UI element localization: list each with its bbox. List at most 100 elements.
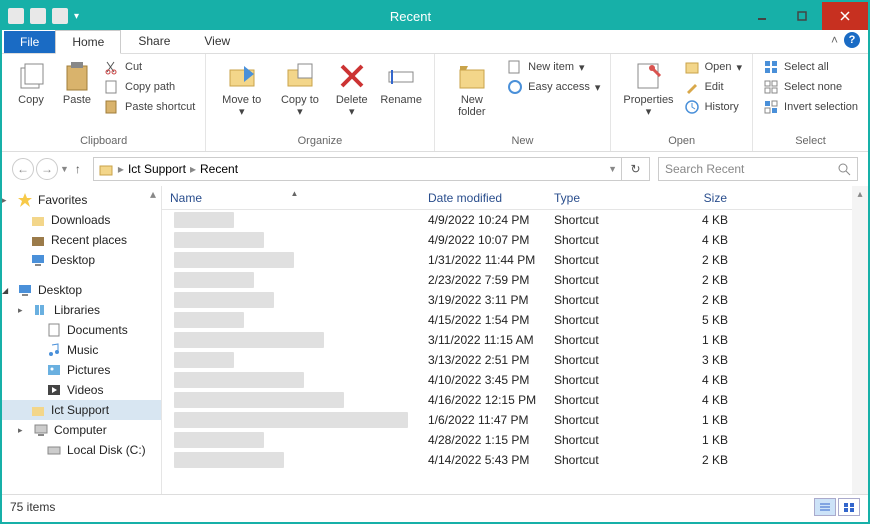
- sidebar-local-disk[interactable]: Local Disk (C:): [2, 440, 161, 460]
- sidebar: ▴ Favorites Downloads Recent places Desk…: [2, 186, 162, 494]
- column-type[interactable]: Type: [546, 191, 662, 205]
- file-date: 4/28/2022 1:15 PM: [420, 433, 546, 447]
- properties-button[interactable]: Properties▾: [619, 58, 677, 120]
- sidebar-desktop[interactable]: Desktop: [2, 280, 161, 300]
- scroll-up-icon[interactable]: ▴: [852, 186, 868, 202]
- sidebar-favorites[interactable]: Favorites: [2, 190, 161, 210]
- sidebar-recent-places[interactable]: Recent places: [2, 230, 161, 250]
- new-item-button[interactable]: New item ▾: [505, 58, 602, 76]
- file-size: 2 KB: [662, 293, 736, 307]
- open-group-label: Open: [619, 133, 744, 149]
- maximize-button[interactable]: [782, 2, 822, 30]
- file-date: 1/6/2022 11:47 PM: [420, 413, 546, 427]
- titlebar: ▾ Recent: [2, 2, 868, 30]
- invert-selection-button[interactable]: Invert selection: [761, 98, 860, 116]
- edit-button[interactable]: Edit: [682, 78, 744, 96]
- select-all-button[interactable]: Select all: [761, 58, 860, 76]
- home-tab[interactable]: Home: [55, 30, 121, 54]
- search-input[interactable]: Search Recent: [658, 157, 858, 181]
- sidebar-music[interactable]: Music: [2, 340, 161, 360]
- main-area: ▴ Favorites Downloads Recent places Desk…: [2, 186, 868, 494]
- new-folder-button[interactable]: New folder: [443, 58, 502, 120]
- file-row[interactable]: 3/19/2022 3:11 PMShortcut2 KB: [162, 290, 868, 310]
- list-scrollbar[interactable]: ▴: [852, 186, 868, 494]
- qat-icon-1[interactable]: [30, 8, 46, 24]
- desktop-icon: [30, 252, 46, 268]
- column-size[interactable]: Size: [662, 191, 736, 205]
- forward-button[interactable]: →: [36, 158, 58, 180]
- address-bar[interactable]: ▸ Ict Support ▸ Recent ▼: [93, 157, 622, 181]
- breadcrumb-parent[interactable]: Ict Support: [128, 162, 186, 176]
- up-button[interactable]: ↑: [71, 162, 85, 176]
- open-button[interactable]: Open ▾: [682, 58, 744, 76]
- cut-button[interactable]: Cut: [102, 58, 197, 76]
- rename-button[interactable]: Rename: [377, 58, 426, 108]
- file-row[interactable]: 4/28/2022 1:15 PMShortcut1 KB: [162, 430, 868, 450]
- copy-button[interactable]: Copy: [10, 58, 52, 108]
- file-type: Shortcut: [546, 353, 662, 367]
- sidebar-desktop-fav[interactable]: Desktop: [2, 250, 161, 270]
- icons-view-button[interactable]: [838, 498, 860, 516]
- help-icon[interactable]: ?: [844, 32, 860, 48]
- address-dropdown[interactable]: ▼: [608, 164, 617, 174]
- select-none-button[interactable]: Select none: [761, 78, 860, 96]
- back-button[interactable]: ←: [12, 158, 34, 180]
- file-tab[interactable]: File: [4, 31, 55, 53]
- file-list: Name▲ Date modified Type Size 4/9/2022 1…: [162, 186, 868, 494]
- item-count: 75 items: [10, 500, 55, 514]
- file-row[interactable]: 4/9/2022 10:24 PMShortcut4 KB: [162, 210, 868, 230]
- share-tab[interactable]: Share: [121, 29, 187, 53]
- qat-icon-2[interactable]: [52, 8, 68, 24]
- sidebar-downloads[interactable]: Downloads: [2, 210, 161, 230]
- sidebar-ict-support[interactable]: Ict Support: [2, 400, 161, 420]
- file-row[interactable]: 1/31/2022 11:44 PMShortcut2 KB: [162, 250, 868, 270]
- nav-history-dropdown[interactable]: ▼: [60, 164, 69, 174]
- easy-access-button[interactable]: Easy access ▾: [505, 78, 602, 96]
- file-size: 2 KB: [662, 273, 736, 287]
- file-type: Shortcut: [546, 413, 662, 427]
- file-row[interactable]: 4/16/2022 12:15 PMShortcut4 KB: [162, 390, 868, 410]
- file-row[interactable]: 1/6/2022 11:47 PMShortcut1 KB: [162, 410, 868, 430]
- file-row[interactable]: 4/14/2022 5:43 PMShortcut2 KB: [162, 450, 868, 470]
- file-row[interactable]: 4/15/2022 1:54 PMShortcut5 KB: [162, 310, 868, 330]
- organize-group-label: Organize: [214, 133, 425, 149]
- file-size: 4 KB: [662, 213, 736, 227]
- minimize-button[interactable]: [742, 2, 782, 30]
- copy-path-button[interactable]: Copy path: [102, 78, 197, 96]
- delete-button[interactable]: Delete▾: [331, 58, 373, 120]
- sidebar-libraries[interactable]: Libraries: [2, 300, 161, 320]
- move-to-button[interactable]: Move to ▾: [214, 58, 269, 120]
- close-button[interactable]: [822, 2, 868, 30]
- history-button[interactable]: History: [682, 98, 744, 116]
- view-tab[interactable]: View: [187, 29, 247, 53]
- paste-shortcut-button[interactable]: Paste shortcut: [102, 98, 197, 116]
- disk-icon: [46, 442, 62, 458]
- paste-shortcut-icon: [104, 99, 120, 115]
- computer-icon: [33, 422, 49, 438]
- file-row[interactable]: 4/10/2022 3:45 PMShortcut4 KB: [162, 370, 868, 390]
- column-date[interactable]: Date modified: [420, 191, 546, 205]
- sidebar-scroll-up[interactable]: ▴: [145, 186, 161, 202]
- copy-to-button[interactable]: Copy to ▾: [273, 58, 327, 120]
- file-row[interactable]: 4/9/2022 10:07 PMShortcut4 KB: [162, 230, 868, 250]
- breadcrumb-current[interactable]: Recent: [200, 162, 238, 176]
- file-size: 4 KB: [662, 373, 736, 387]
- file-row[interactable]: 2/23/2022 7:59 PMShortcut2 KB: [162, 270, 868, 290]
- app-icon: [8, 8, 24, 24]
- file-date: 4/16/2022 12:15 PM: [420, 393, 546, 407]
- ribbon-collapse-icon[interactable]: ˄: [831, 33, 838, 47]
- sidebar-pictures[interactable]: Pictures: [2, 360, 161, 380]
- file-row[interactable]: 3/11/2022 11:15 AMShortcut1 KB: [162, 330, 868, 350]
- pictures-icon: [46, 362, 62, 378]
- properties-icon: [632, 60, 664, 92]
- details-view-button[interactable]: [814, 498, 836, 516]
- file-row[interactable]: 3/13/2022 2:51 PMShortcut3 KB: [162, 350, 868, 370]
- ribbon-tabs: File Home Share View ˄ ?: [2, 30, 868, 54]
- paste-button[interactable]: Paste: [56, 58, 98, 108]
- sidebar-computer[interactable]: Computer: [2, 420, 161, 440]
- file-size: 1 KB: [662, 413, 736, 427]
- refresh-button[interactable]: ↻: [622, 157, 650, 181]
- column-name[interactable]: Name▲: [162, 191, 420, 205]
- sidebar-documents[interactable]: Documents: [2, 320, 161, 340]
- sidebar-videos[interactable]: Videos: [2, 380, 161, 400]
